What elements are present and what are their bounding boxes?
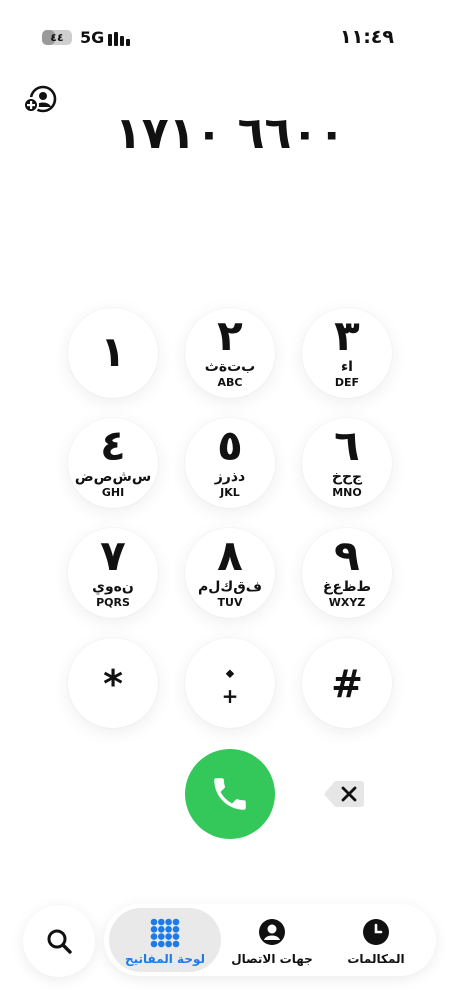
key-0[interactable]: ⬩ + bbox=[185, 638, 275, 728]
key-digit: ٧ bbox=[100, 531, 126, 580]
key-latin-letters: ABC bbox=[217, 376, 243, 389]
tab-label: جهات الاتصال bbox=[231, 952, 313, 966]
key-arabic-letters: ط‌ظ‌ع‌غ bbox=[322, 579, 372, 595]
key-digit: * bbox=[103, 662, 123, 706]
clock-icon bbox=[363, 919, 389, 945]
key-arabic-letters: ج‌ح‌خ bbox=[331, 469, 363, 485]
key-digit: ١ bbox=[100, 327, 126, 376]
key-arabic-letters: اء bbox=[341, 359, 353, 375]
key-star[interactable]: * bbox=[68, 638, 158, 728]
key-arabic-letters: س‌ش‌ص‌ض bbox=[74, 469, 152, 485]
search-icon bbox=[47, 929, 72, 954]
key-digit: ٣ bbox=[334, 311, 360, 360]
key-9[interactable]: ٩ ط‌ظ‌ع‌غ WXYZ bbox=[302, 528, 392, 618]
key-4[interactable]: ٤ س‌ش‌ص‌ض GHI bbox=[68, 418, 158, 508]
dialed-number[interactable]: ٦٦٠٠ ١٧١٠ bbox=[0, 108, 460, 159]
key-plus: + bbox=[221, 684, 239, 708]
key-arabic-letters: ف‌ق‌ك‌ل‌م bbox=[197, 579, 263, 595]
bottom-tab-bar: لوحة المفاتيح جهات الاتصال المكالمات bbox=[104, 904, 436, 976]
key-digit: ⬩ bbox=[226, 661, 234, 686]
key-7[interactable]: ٧ ن‌ه‌و‌ي PQRS bbox=[68, 528, 158, 618]
key-5[interactable]: ٥ د‌ذ‌ر‌ز JKL bbox=[185, 418, 275, 508]
tab-label: المكالمات bbox=[347, 952, 405, 966]
key-latin-letters: WXYZ bbox=[328, 596, 366, 609]
key-hash[interactable]: # bbox=[302, 638, 392, 728]
key-latin-letters: GHI bbox=[101, 486, 125, 499]
key-8[interactable]: ٨ ف‌ق‌ك‌ل‌م TUV bbox=[185, 528, 275, 618]
tab-calls[interactable]: المكالمات bbox=[326, 908, 426, 972]
key-digit: # bbox=[331, 662, 363, 706]
key-digit: ٤ bbox=[100, 421, 126, 470]
backspace-icon[interactable] bbox=[323, 778, 365, 810]
battery-icon: ٤٤ bbox=[42, 30, 72, 45]
key-6[interactable]: ٦ ج‌ح‌خ MNO bbox=[302, 418, 392, 508]
tab-contacts[interactable]: جهات الاتصال bbox=[224, 908, 320, 972]
key-digit: ٦ bbox=[334, 421, 360, 470]
key-arabic-letters: ن‌ه‌و‌ي bbox=[92, 579, 134, 595]
key-latin-letters: DEF bbox=[334, 376, 360, 389]
key-arabic-letters: ب‌ت‌ة‌ث bbox=[204, 359, 256, 375]
status-time: ١١:٤٩ bbox=[340, 26, 394, 48]
key-latin-letters: JKL bbox=[220, 486, 240, 499]
key-arabic-letters: د‌ذ‌ر‌ز bbox=[214, 469, 246, 485]
phone-icon bbox=[214, 778, 246, 810]
tab-label: لوحة المفاتيح bbox=[125, 952, 205, 966]
status-bar: ٤٤ 5G ١١:٤٩ bbox=[0, 0, 460, 70]
signal-bars-icon bbox=[108, 32, 130, 46]
tab-keypad[interactable]: لوحة المفاتيح bbox=[109, 908, 221, 972]
key-digit: ٢ bbox=[217, 311, 243, 360]
network-type: 5G bbox=[80, 28, 105, 47]
search-button[interactable] bbox=[23, 905, 95, 977]
key-1[interactable]: ١ bbox=[68, 308, 158, 398]
keypad-grid-icon bbox=[150, 918, 180, 948]
key-digit: ٩ bbox=[334, 531, 360, 580]
key-latin-letters: TUV bbox=[217, 596, 243, 609]
battery-level: ٤٤ bbox=[50, 31, 64, 44]
call-button[interactable] bbox=[185, 749, 275, 839]
key-latin-letters: MNO bbox=[332, 486, 362, 499]
key-3[interactable]: ٣ اء DEF bbox=[302, 308, 392, 398]
key-digit: ٥ bbox=[217, 421, 243, 470]
key-latin-letters: PQRS bbox=[96, 596, 130, 609]
contact-person-icon bbox=[259, 919, 285, 945]
key-digit: ٨ bbox=[217, 531, 243, 580]
key-2[interactable]: ٢ ب‌ت‌ة‌ث ABC bbox=[185, 308, 275, 398]
